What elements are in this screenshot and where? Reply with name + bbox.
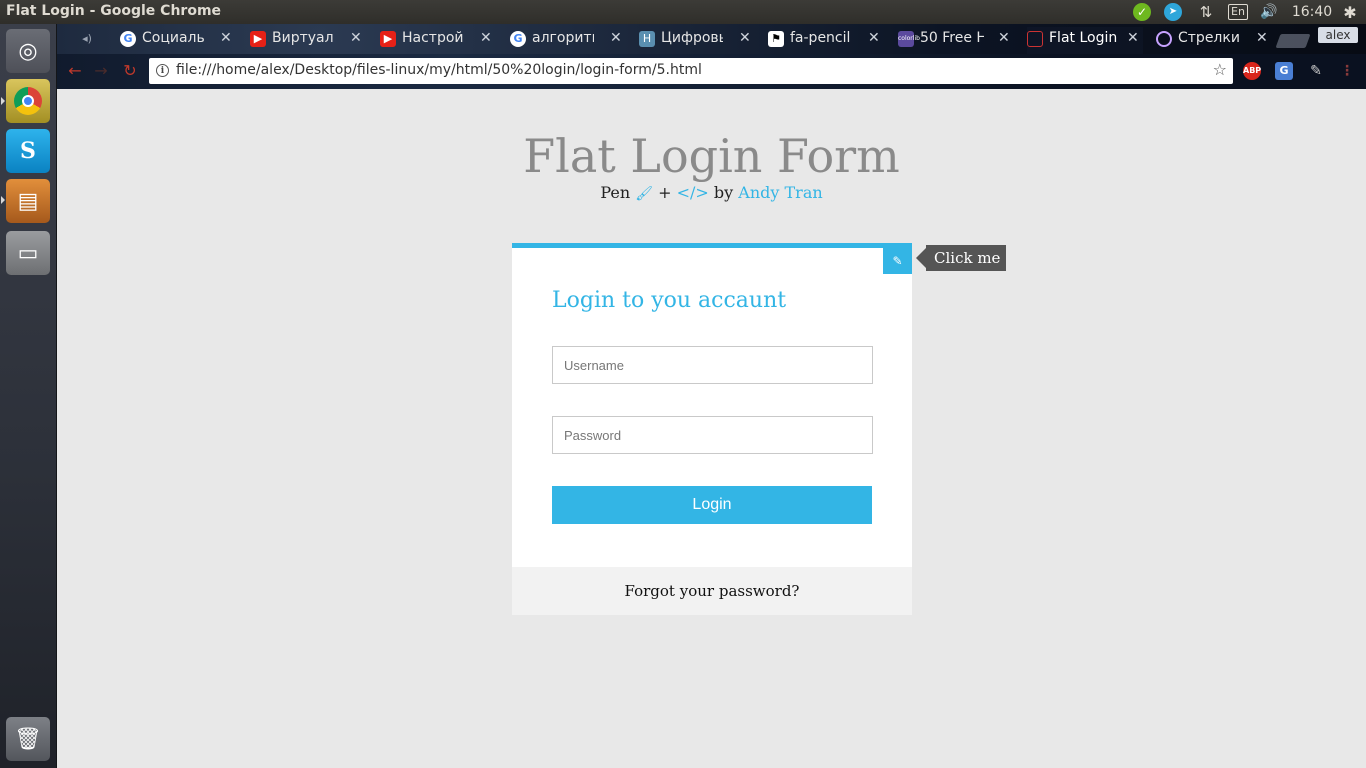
credits-plus: + (658, 183, 672, 202)
tab-label: Социальн (142, 30, 204, 46)
chrome-icon[interactable] (6, 79, 50, 123)
colorlib-icon: colorlib (898, 31, 920, 47)
system-menu-gear-icon[interactable]: ✱ (1340, 3, 1360, 22)
pencil-icon[interactable]: ✎ (883, 248, 912, 274)
username-field[interactable] (552, 346, 873, 384)
tab-active[interactable]: Flat Login ✕ (1027, 27, 1143, 54)
page-viewport: Flat Login Form Pen 🖌 + </> by Andy Tran… (57, 89, 1366, 768)
info-icon[interactable]: i (156, 64, 169, 77)
h-icon: H (639, 31, 655, 47)
new-tab-button[interactable] (1275, 34, 1311, 48)
speaker-icon: ◂) (82, 32, 92, 45)
skype-icon[interactable]: S (6, 129, 50, 173)
google-icon: G (120, 31, 136, 47)
window-title: Flat Login - Google Chrome (6, 3, 222, 19)
close-icon[interactable]: ✕ (1256, 30, 1268, 46)
author-link[interactable]: Andy Tran (738, 183, 822, 202)
close-icon[interactable]: ✕ (1127, 30, 1139, 46)
clock[interactable]: 16:40 (1290, 3, 1334, 21)
tab-strip: ◂) G Социальн ✕ ▶ Виртуаль ✕ ▶ Настройк … (57, 24, 1366, 54)
code-link[interactable]: </> (677, 183, 709, 202)
network-icon[interactable]: ⇅ (1196, 3, 1216, 21)
back-arrow-icon[interactable]: ← (63, 60, 87, 82)
forgot-password-link[interactable]: Forgot your password? (625, 582, 800, 600)
form-heading: Login to you accaunt (552, 288, 787, 313)
dash-icon[interactable]: ◎ (6, 29, 50, 73)
login-button[interactable]: Login (552, 486, 872, 524)
tab-label: Flat Login (1049, 30, 1118, 46)
credits-pen: Pen (600, 183, 631, 202)
close-icon[interactable]: ✕ (868, 30, 880, 46)
login-card: ✎ Login to you accaunt Login Forgot your… (512, 243, 912, 615)
reload-icon[interactable]: ↻ (118, 60, 142, 82)
running-indicator (1, 196, 5, 204)
files-icon[interactable]: ▭ (6, 231, 50, 275)
tab-label: Настройк (402, 30, 464, 46)
tab-label: fa-pencil (790, 30, 851, 46)
circle-icon (1156, 31, 1172, 47)
paintbrush-icon: 🖌 (635, 186, 654, 202)
file-icon (1027, 31, 1043, 47)
keyboard-layout-indicator[interactable]: En (1228, 3, 1248, 21)
tab[interactable]: H Цифровы ✕ (639, 27, 755, 54)
tab[interactable]: G алгоритм ✕ (510, 27, 626, 54)
trash-icon[interactable]: 🗑 (6, 717, 50, 761)
google-translate-icon[interactable]: G (1275, 62, 1293, 80)
youtube-icon: ▶ (380, 31, 396, 47)
tab-label: Стрелки (1178, 30, 1240, 46)
running-indicator (1, 97, 5, 105)
tab-label: Цифровы (661, 30, 723, 46)
check-tray-icon[interactable]: ✓ (1132, 3, 1152, 21)
forward-arrow-icon[interactable]: → (89, 60, 113, 82)
credits-by: by (713, 183, 734, 202)
tab[interactable]: ▶ Виртуаль ✕ (250, 27, 366, 54)
credits-line: Pen 🖌 + </> by Andy Tran (57, 183, 1366, 202)
tab[interactable]: ▶ Настройк ✕ (380, 27, 496, 54)
forgot-password-bar: Forgot your password? (512, 567, 912, 615)
close-icon[interactable]: ✕ (220, 30, 232, 46)
volume-icon[interactable]: 🔊 (1258, 3, 1280, 21)
google-icon: G (510, 31, 526, 47)
tab[interactable]: Стрелки ✕ (1156, 27, 1272, 54)
close-icon[interactable]: ✕ (480, 30, 492, 46)
menu-icon[interactable]: ⋮ (1338, 62, 1356, 80)
page-title: Flat Login Form (523, 129, 900, 183)
close-icon[interactable]: ✕ (739, 30, 751, 46)
system-top-panel: Flat Login - Google Chrome ✓ ➤ ⇅ En 🔊 16… (0, 0, 1366, 24)
tab[interactable]: colorlib 50 Free H ✕ (898, 27, 1014, 54)
tab[interactable]: G Социальн ✕ (120, 27, 236, 54)
tab-label: 50 Free H (920, 30, 984, 46)
click-me-tooltip: Click me (915, 245, 1007, 271)
bookmark-star-icon[interactable]: ☆ (1213, 60, 1227, 79)
sublime-text-icon[interactable]: ▤ (6, 179, 50, 223)
tab-label: Виртуаль (272, 30, 334, 46)
close-icon[interactable]: ✕ (350, 30, 362, 46)
password-field[interactable] (552, 416, 873, 454)
flag-icon: ⚑ (768, 31, 784, 47)
tab-label: алгоритм (532, 30, 594, 46)
url-text[interactable]: file:///home/alex/Desktop/files-linux/my… (176, 62, 702, 78)
youtube-icon: ▶ (250, 31, 266, 47)
profile-button[interactable]: alex (1318, 27, 1358, 43)
close-icon[interactable]: ✕ (610, 30, 622, 46)
tab[interactable]: ⚑ fa-pencil ✕ (768, 27, 884, 54)
tab-audio[interactable]: ◂) (79, 27, 109, 54)
close-icon[interactable]: ✕ (998, 30, 1010, 46)
adblock-plus-icon[interactable]: ABP (1243, 62, 1261, 80)
address-bar[interactable]: i file:///home/alex/Desktop/files-linux/… (149, 58, 1233, 84)
browser-toolbar: ← → ↻ i file:///home/alex/Desktop/files-… (57, 54, 1366, 89)
launcher-sidebar: ◎ S ▤ ▭ 🗑 (0, 24, 57, 768)
eyedropper-icon[interactable]: ✎ (1307, 62, 1325, 80)
telegram-tray-icon[interactable]: ➤ (1163, 3, 1183, 21)
